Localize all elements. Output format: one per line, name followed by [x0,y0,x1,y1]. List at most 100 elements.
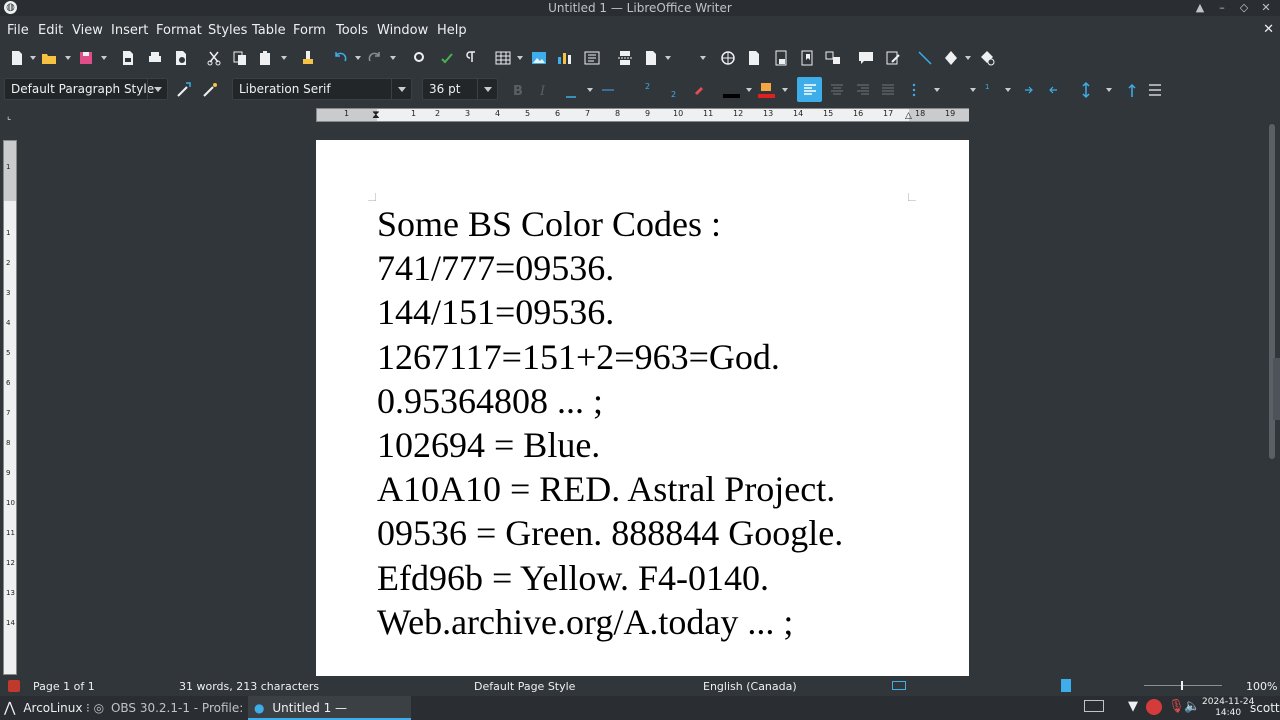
menu-format[interactable]: Format [156,23,202,38]
multi-page-view-icon[interactable] [1061,679,1071,692]
zoom-slider[interactable] [1144,685,1222,686]
system-clock[interactable]: 2024-11-24 14:40 [1202,697,1254,719]
bookmark-icon[interactable] [796,47,818,69]
line-spacing-dropdown-icon[interactable] [1106,88,1112,92]
task-obs[interactable]: ⁝ ◎ OBS 30.2.1-1 - Profile: ... [86,696,246,720]
document-page[interactable]: Some BS Color Codes : 741/777=09536. 144… [316,140,969,676]
menu-help[interactable]: Help [437,23,467,38]
align-center-icon[interactable] [826,79,848,101]
chevron-down-icon[interactable] [477,79,497,99]
right-indent-marker-icon[interactable]: △ [905,111,912,121]
obs-tray-icon[interactable] [1146,699,1162,715]
virtual-desktop-pager[interactable] [1084,700,1104,712]
menu-form[interactable]: Form [293,23,326,38]
volume-icon[interactable]: 🔈 [1184,699,1200,714]
left-indent-marker-icon[interactable]: ⧗ [372,109,380,121]
user-name[interactable]: scott [1250,701,1280,715]
underline-icon[interactable] [560,79,582,101]
redo-dropdown-icon[interactable] [390,56,396,60]
highlight-color-icon[interactable] [755,79,777,101]
clear-formatting-icon[interactable] [688,79,710,101]
table-dropdown-icon[interactable] [517,56,523,60]
single-page-view-icon[interactable] [892,681,906,690]
document-line[interactable]: 0.95364808 ... ; [377,379,937,423]
italic-icon[interactable]: I [533,79,555,101]
bullets-icon[interactable] [903,79,925,101]
draw-functions-icon[interactable] [976,47,998,69]
font-name-combo[interactable]: Liberation Serif [232,78,412,100]
justify-icon[interactable] [877,79,899,101]
numbering-dropdown-icon[interactable] [970,88,976,92]
document-line[interactable]: 102694 = Blue. [377,423,937,467]
cut-icon[interactable] [203,47,225,69]
increase-paragraph-spacing-icon[interactable] [1121,79,1143,101]
maximize-icon[interactable]: ◇ [1234,0,1254,16]
menu-insert[interactable]: Insert [111,23,148,38]
print-icon[interactable] [144,47,166,69]
bold-icon[interactable]: B [507,79,529,101]
paste-dropdown-icon[interactable] [281,56,287,60]
document-line[interactable]: Efd96b = Yellow. F4-0140. [377,556,937,600]
underline-dropdown-icon[interactable] [587,88,593,92]
superscript-icon[interactable]: 2 [634,79,656,101]
redo-icon[interactable] [364,47,386,69]
increase-indent-icon[interactable] [1017,79,1039,101]
menu-file[interactable]: File [7,23,29,38]
close-window-icon[interactable]: ✕ [1256,0,1276,16]
new-document-icon[interactable] [6,47,28,69]
paragraph-style-combo[interactable]: Default Paragraph Style [4,78,168,100]
update-style-icon[interactable] [173,79,195,101]
menu-tools[interactable]: Tools [336,23,368,38]
document-line[interactable]: Web.archive.org/A.today ... ; [377,600,937,644]
document-line[interactable]: Some BS Color Codes : [377,202,937,246]
task-libreoffice-writer[interactable]: ● Untitled 1 — LibreOffi... [248,696,411,720]
footnote-icon[interactable] [743,47,765,69]
document-line[interactable]: 1267117=151+2=963=God. [377,335,937,379]
print-preview-icon[interactable] [170,47,192,69]
new-dropdown-icon[interactable] [30,56,36,60]
find-replace-icon[interactable] [409,47,431,69]
outline-dropdown-icon[interactable] [1005,88,1011,92]
document-body[interactable]: Some BS Color Codes : 741/777=09536. 144… [377,202,937,644]
sidebar-toggle-handle[interactable] [1273,358,1280,420]
chevron-down-icon[interactable] [147,79,167,99]
highlight-dropdown-icon[interactable] [782,88,788,92]
cross-reference-icon[interactable] [822,47,844,69]
endnote-icon[interactable] [770,47,792,69]
document-line[interactable]: 144/151=09536. [377,290,937,334]
start-menu-button[interactable]: ⋀ ArcoLinux [4,696,82,720]
page-style[interactable]: Default Page Style [474,680,575,693]
document-line[interactable]: A10A10 = RED. Astral Project. [377,467,937,511]
insert-textbox-icon[interactable] [581,47,603,69]
menu-table[interactable]: Table [252,23,286,38]
field-dropdown-icon[interactable] [665,56,671,60]
network-wifi-icon[interactable]: ▼ [1128,699,1138,714]
document-modified-icon[interactable] [8,680,20,692]
basic-shapes-icon[interactable] [940,47,962,69]
spelling-icon[interactable] [436,47,458,69]
save-icon[interactable] [75,47,97,69]
paragraph-settings-icon[interactable] [1144,79,1166,101]
document-line[interactable]: 741/777=09536. [377,246,937,290]
copy-icon[interactable] [229,47,251,69]
font-color-dropdown-icon[interactable] [746,88,752,92]
insert-table-icon[interactable] [492,47,514,69]
formatting-marks-icon[interactable] [459,47,481,69]
subscript-icon[interactable]: 2 [660,79,682,101]
undo-icon[interactable] [329,47,351,69]
open-folder-icon[interactable] [38,47,60,69]
document-line[interactable]: 09536 = Green. 888844 Google. [377,511,937,555]
decrease-indent-icon[interactable] [1043,79,1065,101]
track-changes-icon[interactable] [882,47,904,69]
zoom-slider-handle[interactable] [1181,681,1183,690]
font-size-combo[interactable]: 36 pt [422,78,498,100]
align-right-icon[interactable] [852,79,874,101]
minimize-icon[interactable]: – [1212,0,1232,16]
menu-styles[interactable]: Styles [208,23,247,38]
menu-edit[interactable]: Edit [38,23,63,38]
shapes-dropdown-icon[interactable] [965,56,971,60]
clone-formatting-icon[interactable] [297,47,319,69]
keep-above-icon[interactable]: ▲ [1190,0,1210,16]
save-dropdown-icon[interactable] [101,56,107,60]
line-spacing-icon[interactable] [1075,79,1097,101]
